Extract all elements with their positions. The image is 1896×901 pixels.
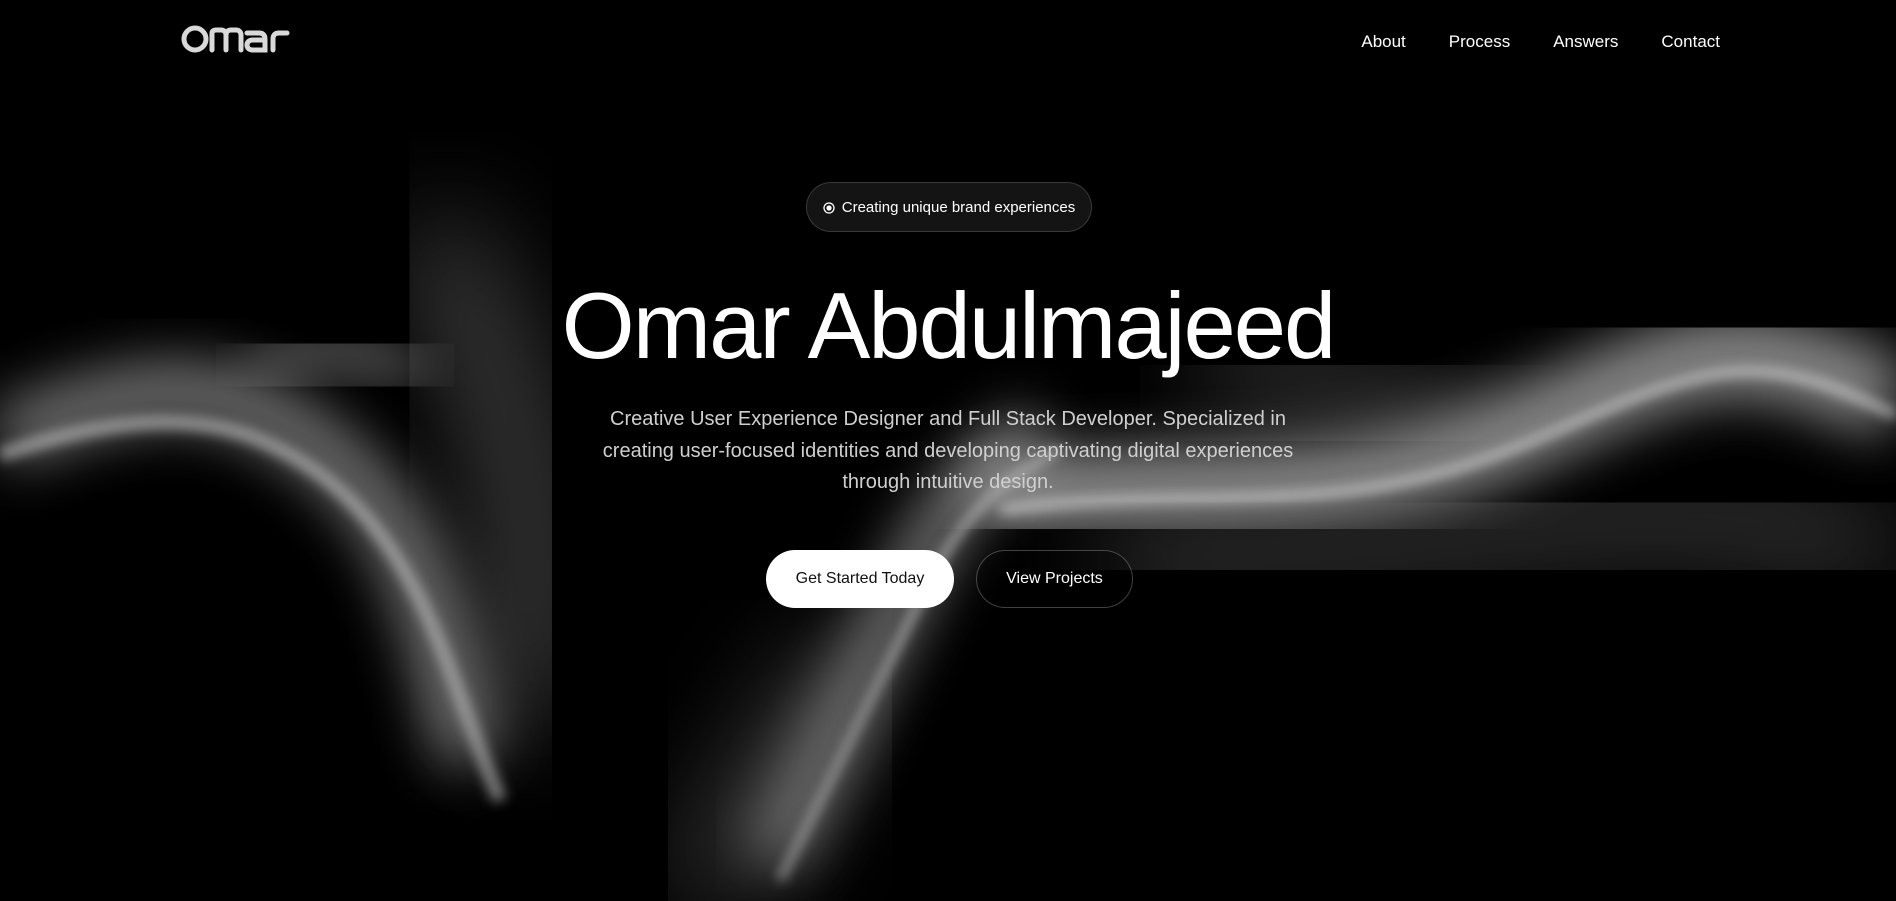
view-projects-button[interactable]: View Projects [976, 550, 1133, 608]
hero-title: Omar Abdulmajeed [561, 273, 1337, 378]
hero-description: Creative User Experience Designer and Fu… [602, 408, 1294, 493]
tagline-text: Creating unique brand experiences [841, 198, 1076, 216]
get-started-button[interactable]: Get Started Today [766, 550, 954, 608]
hero-section: Creating unique brand experiences Omar A… [0, 0, 1896, 901]
tagline-badge: Creating unique brand experiences [806, 182, 1092, 232]
radio-target-icon [823, 201, 835, 214]
